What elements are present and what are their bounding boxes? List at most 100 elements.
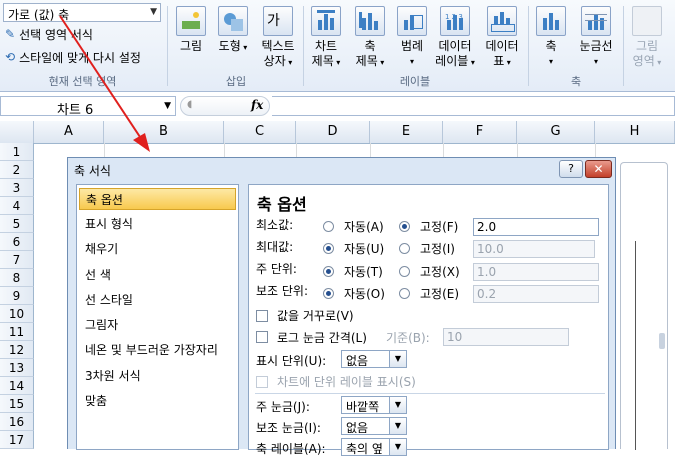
category-line-color[interactable]: 선 색 <box>79 264 236 286</box>
row-header[interactable]: 2 <box>0 161 34 179</box>
chevron-down-icon[interactable]: ▼ <box>389 351 406 367</box>
column-header[interactable]: C <box>224 121 296 143</box>
maximum-auto-label[interactable]: 자동(U) <box>344 240 384 257</box>
major-unit-fixed-label[interactable]: 고정(X) <box>420 263 460 280</box>
row-header[interactable]: 8 <box>0 269 34 287</box>
chevron-down-icon[interactable]: ▼ <box>389 418 406 434</box>
name-box[interactable]: 차트 6 ▼ <box>0 96 176 118</box>
row-header[interactable]: 10 <box>0 305 34 323</box>
row-header[interactable]: 14 <box>0 377 34 395</box>
maximum-fixed-label[interactable]: 고정(I) <box>420 240 455 257</box>
log-base-input[interactable]: 10 <box>443 328 569 346</box>
row-header[interactable]: 17 <box>0 431 34 449</box>
column-header[interactable]: B <box>104 121 224 143</box>
help-button[interactable]: ? <box>559 160 583 178</box>
row-header[interactable]: 9 <box>0 287 34 305</box>
column-header[interactable]: G <box>517 121 595 143</box>
chart-object[interactable] <box>620 162 668 450</box>
chevron-down-icon[interactable]: ▼ <box>150 7 157 17</box>
maximum-fixed-radio[interactable] <box>399 243 410 254</box>
category-3d-format[interactable]: 3차원 서식 <box>79 365 236 387</box>
axis-labels-select[interactable]: 축의 옆 ▼ <box>341 438 407 456</box>
column-header[interactable]: H <box>595 121 675 143</box>
reverse-order-label[interactable]: 값을 거꾸로(V) <box>277 307 354 324</box>
category-glow-soft-edges[interactable]: 네온 및 부드러운 가장자리 <box>79 339 236 361</box>
category-fill[interactable]: 채우기 <box>79 238 236 260</box>
column-header[interactable]: F <box>443 121 517 143</box>
insert-shapes-button[interactable]: 도형 ▾ <box>214 6 252 55</box>
major-unit-auto-radio[interactable] <box>323 266 334 277</box>
category-shadow[interactable]: 그림자 <box>79 314 236 336</box>
data-labels-button[interactable]: 1 2 3 데이터 레이블 ▾ <box>433 6 477 70</box>
display-units-select[interactable]: 없음 ▼ <box>341 350 407 368</box>
column-header[interactable]: E <box>370 121 443 143</box>
category-axis-options[interactable]: 축 옵션 <box>79 188 236 210</box>
dialog-title: 축 서식 <box>74 164 111 178</box>
row-header[interactable]: 15 <box>0 395 34 413</box>
select-all-corner[interactable] <box>0 121 34 143</box>
minor-unit-fixed-label[interactable]: 고정(E) <box>420 285 459 302</box>
major-unit-auto-label[interactable]: 자동(T) <box>344 263 383 280</box>
category-line-style[interactable]: 선 스타일 <box>79 289 236 311</box>
minimum-fixed-radio[interactable] <box>399 221 410 232</box>
data-table-button[interactable]: 데이터 표 ▾ <box>479 6 525 70</box>
chart-elements-value: 가로 (값) 축 <box>8 8 70 22</box>
formula-input[interactable] <box>272 96 675 116</box>
row-header[interactable]: 7 <box>0 251 34 269</box>
row-header[interactable]: 13 <box>0 359 34 377</box>
log-scale-checkbox[interactable] <box>256 331 268 343</box>
chart-title-button[interactable]: 차트 제목 ▾ <box>305 6 347 70</box>
maximum-auto-radio[interactable] <box>323 243 334 254</box>
minor-unit-auto-radio[interactable] <box>323 288 334 299</box>
row-header[interactable]: 4 <box>0 197 34 215</box>
axis-titles-button[interactable]: 축 제목 ▾ <box>349 6 391 70</box>
gridlines-button[interactable]: 눈금선 ▾ <box>573 6 619 69</box>
column-header[interactable]: D <box>296 121 370 143</box>
format-selection-button[interactable]: ✎ 선택 영역 서식 <box>5 25 93 43</box>
reverse-order-checkbox[interactable] <box>256 310 268 322</box>
data-labels-label: 데이터 <box>438 39 472 53</box>
minimum-auto-label[interactable]: 자동(A) <box>344 218 384 235</box>
row-header[interactable]: 11 <box>0 323 34 341</box>
chart-resize-handle[interactable] <box>659 333 665 349</box>
category-number[interactable]: 표시 형식 <box>79 213 236 235</box>
row-header[interactable]: 6 <box>0 233 34 251</box>
legend-button[interactable]: 범례 ▾ <box>393 6 431 69</box>
insert-function-button[interactable]: fx <box>251 98 263 112</box>
chevron-down-icon[interactable]: ▼ <box>164 101 171 111</box>
insert-picture-button[interactable]: 그림 <box>172 6 210 54</box>
row-header[interactable]: 3 <box>0 179 34 197</box>
chevron-down-icon[interactable]: ▼ <box>389 397 406 413</box>
axes-button[interactable]: 축 ▾ <box>531 6 571 69</box>
minor-unit-fixed-radio[interactable] <box>399 288 410 299</box>
reset-style-button[interactable]: ⟲ 스타일에 맞게 다시 설정 <box>5 48 141 66</box>
log-scale-label[interactable]: 로그 눈금 간격(L) <box>277 329 367 346</box>
category-alignment[interactable]: 맞춤 <box>79 390 236 412</box>
chevron-down-icon[interactable]: ▼ <box>389 439 406 455</box>
resize-handle-icon[interactable]: ◖ <box>187 99 192 110</box>
minor-tick-select[interactable]: 없음 ▼ <box>341 417 407 435</box>
minimum-auto-radio[interactable] <box>323 221 334 232</box>
show-units-label-text[interactable]: 차트에 단위 레이블 표시(S) <box>277 373 416 390</box>
axes-group-label: 축 <box>570 75 582 88</box>
plot-area-label: 그림 <box>635 39 659 53</box>
row-header[interactable]: 16 <box>0 413 34 431</box>
plot-area-button[interactable]: 그림 영역 ▾ <box>627 6 667 70</box>
row-header[interactable]: 12 <box>0 341 34 359</box>
close-button[interactable]: ✕ <box>585 160 612 178</box>
insert-textbox-button[interactable]: 가 텍스트 상자 ▾ <box>255 6 301 70</box>
chart-title-label-2: 제목 <box>311 54 334 68</box>
minor-unit-value-input[interactable]: 0.2 <box>473 285 599 303</box>
row-header[interactable]: 1 <box>0 143 34 161</box>
major-unit-fixed-radio[interactable] <box>399 266 410 277</box>
show-units-label-checkbox[interactable] <box>256 376 268 388</box>
maximum-value-input[interactable]: 10.0 <box>473 240 595 258</box>
row-header[interactable]: 5 <box>0 215 34 233</box>
major-tick-select[interactable]: 바깥쪽 ▼ <box>341 396 407 414</box>
column-header[interactable]: A <box>34 121 104 143</box>
chart-elements-combo[interactable]: 가로 (값) 축 ▼ <box>3 3 161 22</box>
minimum-fixed-label[interactable]: 고정(F) <box>420 218 458 235</box>
major-unit-value-input[interactable]: 1.0 <box>473 263 599 281</box>
minimum-value-input[interactable]: 2.0 <box>473 218 599 236</box>
minor-unit-auto-label[interactable]: 자동(O) <box>344 285 385 302</box>
